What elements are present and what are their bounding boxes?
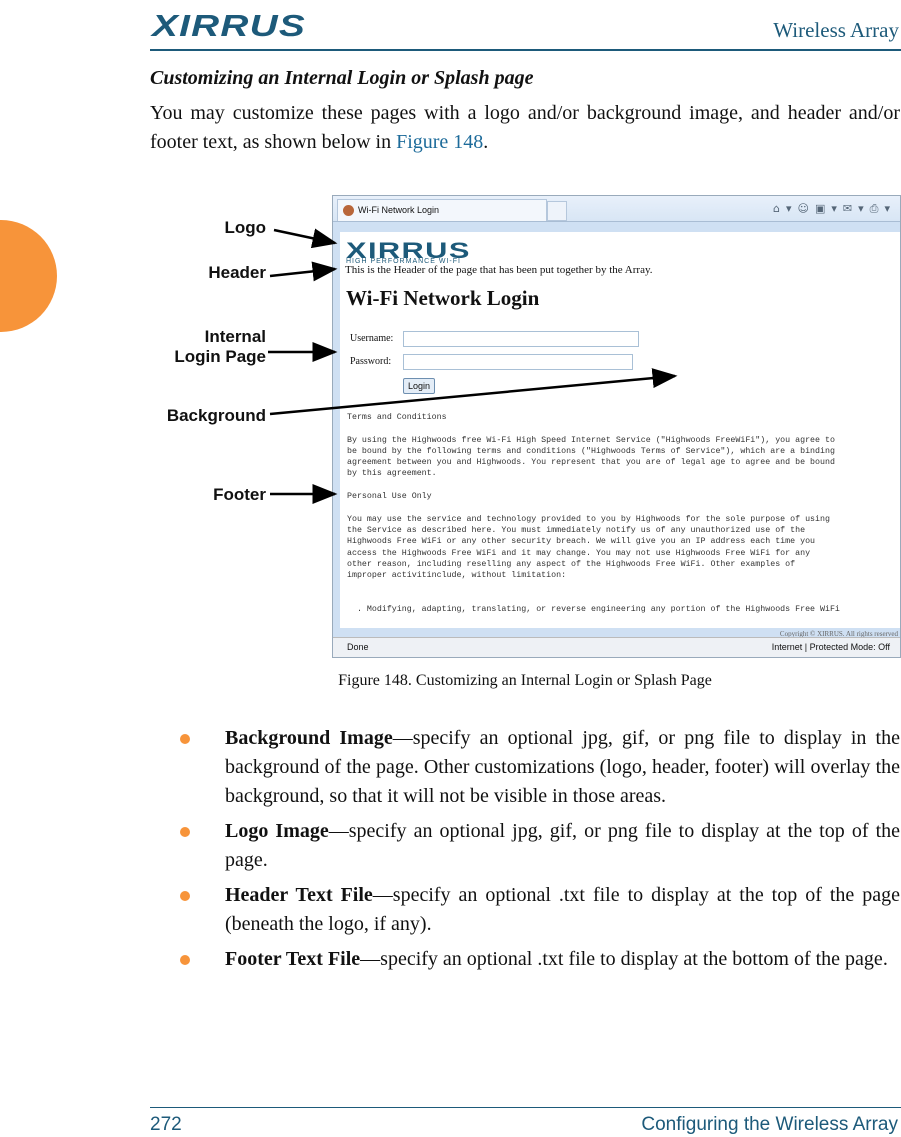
bullet-icon xyxy=(180,891,190,901)
footer-rule xyxy=(150,1107,901,1108)
bullet-icon xyxy=(180,955,190,965)
bullet-list: Background Image—specify an optional jpg… xyxy=(180,724,900,980)
chapter-title: Configuring the Wireless Array xyxy=(641,1114,898,1135)
page-number: 272 xyxy=(150,1114,182,1135)
arrow-header xyxy=(269,261,338,282)
bullet-icon xyxy=(180,827,190,837)
bullet-header-text-file: Header Text File—specify an optional .tx… xyxy=(180,881,900,939)
bullet-footer-text-file: Footer Text File—specify an optional .tx… xyxy=(180,945,900,974)
bullet-term: Background Image xyxy=(225,727,393,749)
bullet-background-image: Background Image—specify an optional jpg… xyxy=(180,724,900,811)
bullet-logo-image: Logo Image—specify an optional jpg, gif,… xyxy=(180,817,900,875)
arrow-logo xyxy=(273,228,338,249)
bullet-term: Header Text File xyxy=(225,884,373,906)
arrow-background xyxy=(269,368,678,416)
bullet-icon xyxy=(180,734,190,744)
callout-arrows xyxy=(268,228,678,504)
bullet-term: Footer Text File xyxy=(225,948,361,970)
bullet-term: Logo Image xyxy=(225,820,329,842)
bullet-text: —specify an optional .txt file to displa… xyxy=(360,948,888,970)
figure-caption: Figure 148. Customizing an Internal Logi… xyxy=(338,672,712,689)
